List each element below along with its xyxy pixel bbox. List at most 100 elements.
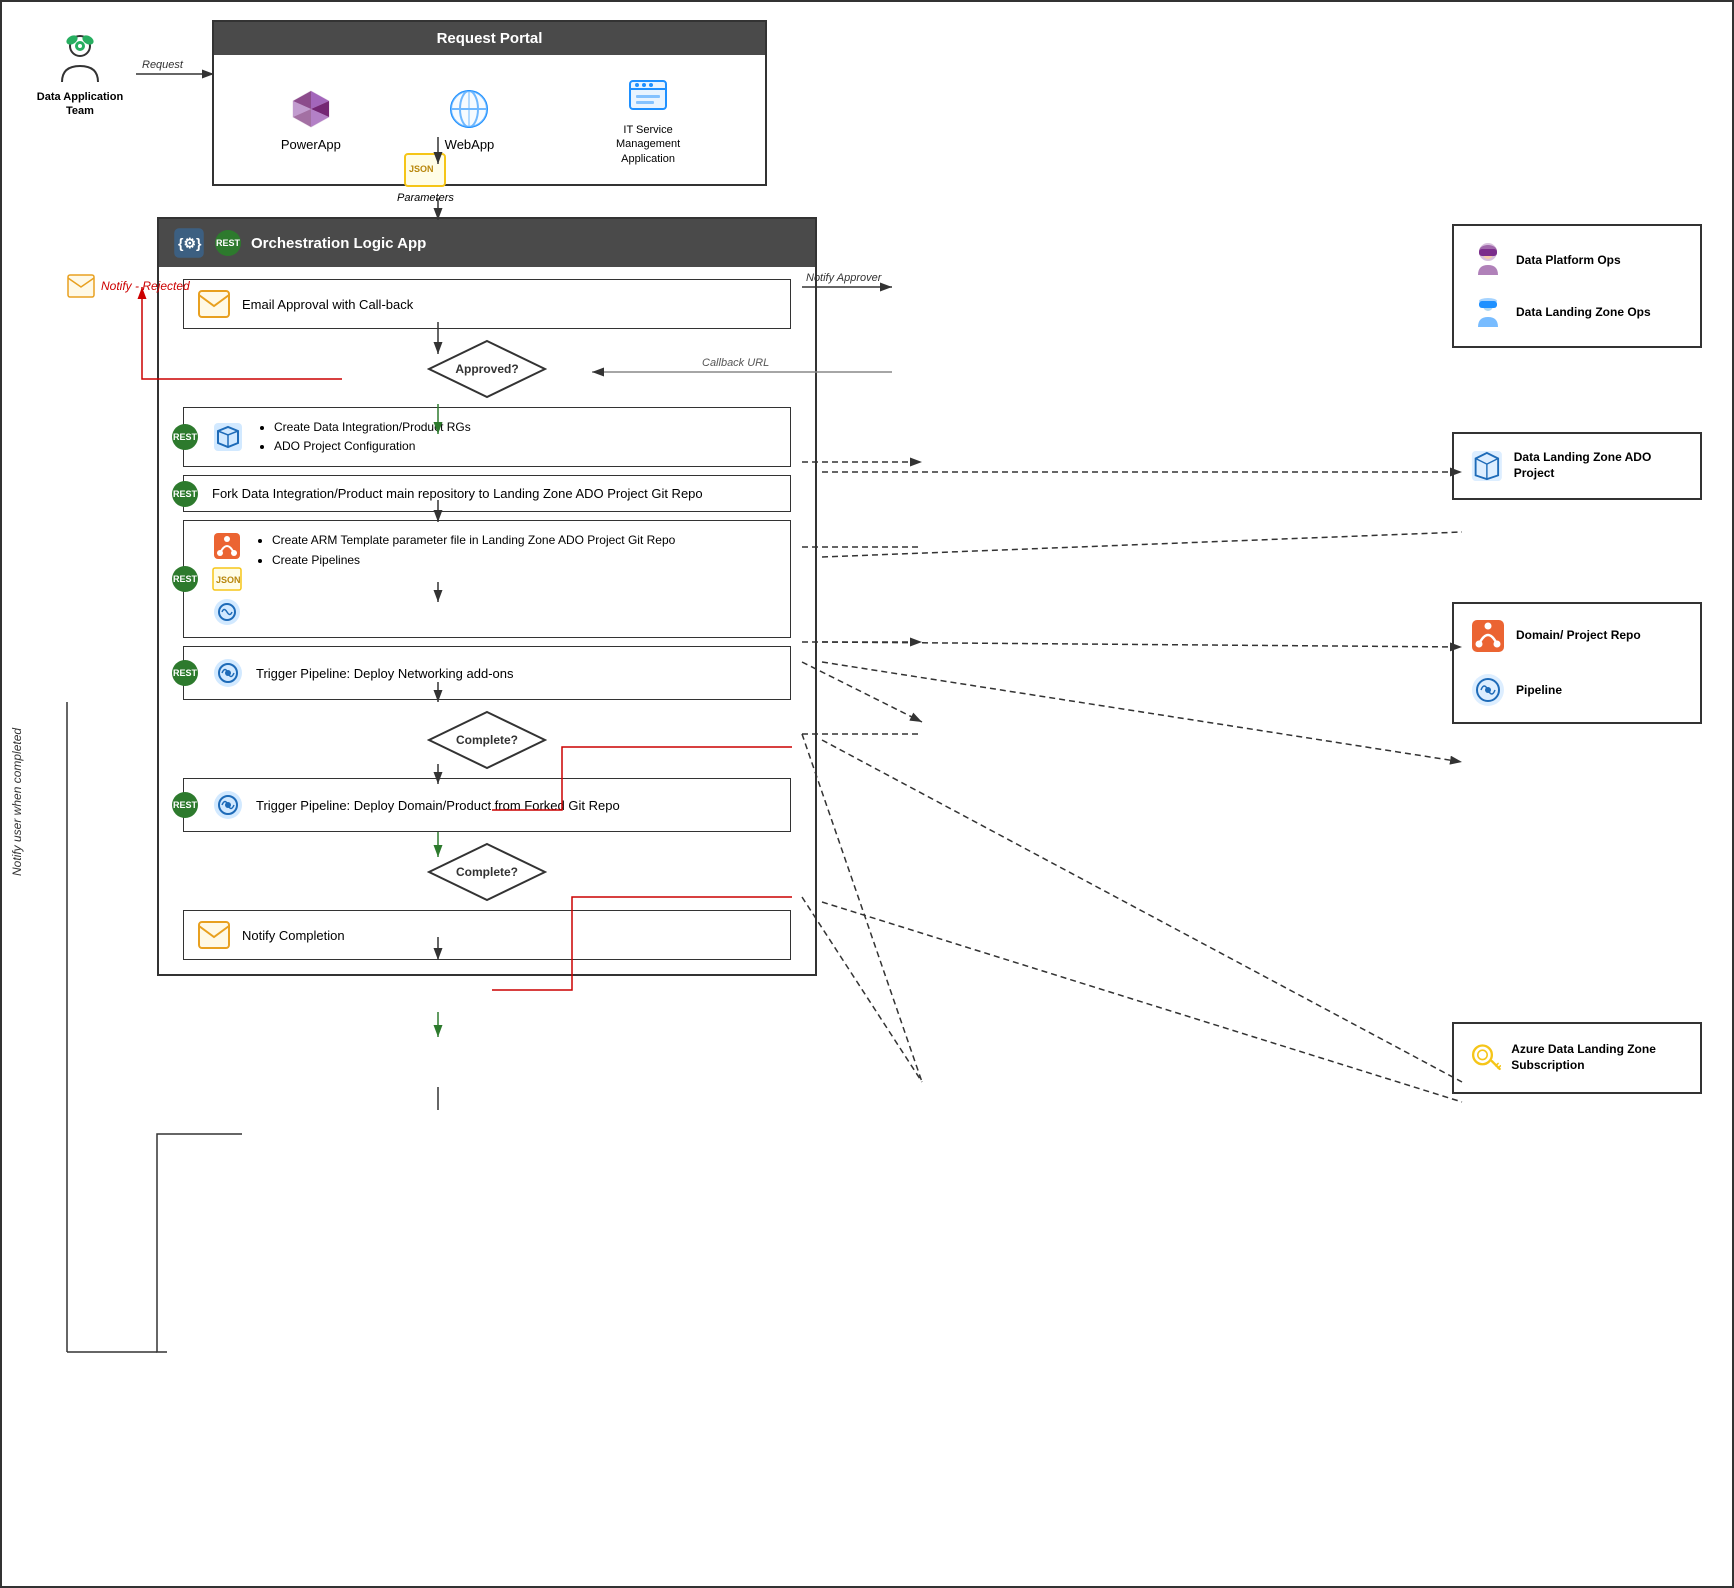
fork-repo-content: Fork Data Integration/Product main repos… — [212, 486, 776, 501]
request-portal-body: PowerApp WebApp — [214, 55, 765, 184]
request-portal-header: Request Portal — [214, 22, 765, 55]
powerapp-icon — [289, 87, 333, 131]
data-app-team-label: Data Application Team — [30, 90, 130, 119]
pipeline-right-icon — [1470, 672, 1506, 708]
ado-project-icon — [1470, 448, 1504, 484]
create-arm-bullets: Create ARM Template parameter file in La… — [254, 531, 675, 569]
orchestration-box: {⚙} REST Orchestration Logic App Email A… — [157, 217, 817, 976]
logic-app-icon: {⚙} — [173, 227, 205, 259]
create-arm-content: JSON Create ARM Template parameter file … — [212, 531, 776, 627]
notify-user-label: Notify user when completed — [10, 702, 24, 902]
complete-diamond-1: Complete? — [427, 710, 547, 770]
parameters-box: JSON Parameters — [397, 152, 454, 204]
diagram-container: Request Notify Approver Callback URL — [0, 0, 1734, 1588]
pipeline-icon-domain — [212, 789, 244, 821]
complete-diamond-1-container: Complete? — [159, 710, 815, 770]
subscription-label: Azure Data Landing Zone Subscription — [1511, 1042, 1684, 1073]
notify-completion-box: Notify Completion — [183, 910, 791, 960]
azure-devops-icon-1 — [212, 421, 244, 453]
fork-repo-label: Fork Data Integration/Product main repos… — [212, 486, 703, 501]
create-rgs-box: REST Create Data Integration/Product RGs… — [183, 407, 791, 467]
right-repo-pipeline-box: Domain/ Project Repo Pipeline — [1452, 602, 1702, 724]
data-platform-ops-text: Data Platform Ops — [1516, 253, 1621, 267]
approved-diamond-container: Approved? — [159, 339, 815, 399]
rest-badge-header: REST — [215, 230, 241, 256]
request-portal: Request Portal PowerApp — [212, 20, 767, 186]
data-platform-ops-icon — [1470, 240, 1506, 280]
json-params-icon: JSON — [403, 152, 447, 188]
svg-text:JSON: JSON — [409, 164, 434, 174]
data-landing-zone-ops-item: Data Landing Zone Ops — [1470, 292, 1684, 332]
svg-text:Complete?: Complete? — [456, 733, 518, 747]
notify-completion-label: Notify Completion — [242, 928, 345, 943]
svg-text:Approved?: Approved? — [455, 362, 518, 376]
trigger-domain-box: REST Trigger Pipeline: Deploy Domain/Pro… — [183, 778, 791, 832]
pipeline-item: Pipeline — [1470, 672, 1684, 708]
create-arm-icons: JSON — [212, 531, 242, 627]
ado-project-item: Data Landing Zone ADO Project — [1470, 448, 1684, 484]
itsm-icon — [626, 73, 670, 117]
data-platform-ops-item: Data Platform Ops — [1470, 240, 1684, 280]
notify-rejected-label: Notify - Rejected — [101, 279, 190, 293]
rest-badge-1: REST — [172, 424, 198, 450]
portal-powerapp: PowerApp — [281, 87, 341, 152]
complete-diamond-2-shape: Complete? — [427, 842, 547, 902]
notify-rejected-area: Notify - Rejected — [67, 274, 190, 298]
rest-badge-5: REST — [172, 792, 198, 818]
email-approval-label: Email Approval with Call-back — [242, 297, 413, 312]
email-icon-1 — [198, 290, 230, 318]
trigger-networking-content: Trigger Pipeline: Deploy Networking add-… — [212, 657, 776, 689]
trigger-networking-label: Trigger Pipeline: Deploy Networking add-… — [256, 666, 513, 681]
svg-text:{⚙}: {⚙} — [178, 235, 202, 251]
approved-diamond: Approved? — [427, 339, 547, 399]
subscription-item: Azure Data Landing Zone Subscription — [1470, 1038, 1684, 1078]
data-landing-zone-ops-text: Data Landing Zone Ops — [1516, 305, 1651, 319]
create-rgs-content: Create Data Integration/Product RGs ADO … — [212, 418, 776, 456]
create-rgs-bullets: Create Data Integration/Product RGs ADO … — [256, 418, 471, 456]
svg-text:Request: Request — [142, 59, 184, 71]
email-approval-box: Email Approval with Call-back — [183, 279, 791, 329]
domain-repo-label: Domain/ Project Repo — [1516, 628, 1641, 644]
right-ado-box: Data Landing Zone ADO Project — [1452, 432, 1702, 500]
rest-badge-3: REST — [172, 566, 198, 592]
repo-orange-icon — [212, 531, 242, 561]
request-portal-title: Request Portal — [437, 30, 543, 47]
parameters-label: Parameters — [397, 192, 454, 204]
itsm-label: IT Service Management Application — [598, 123, 698, 166]
pipeline-icon-arm — [212, 597, 242, 627]
complete-diamond-2: Complete? — [427, 842, 547, 902]
powerapp-label: PowerApp — [281, 137, 341, 152]
email-icon-completion — [198, 921, 230, 949]
repo-orange-right-icon — [1470, 618, 1506, 654]
pipeline-icon-networking — [212, 657, 244, 689]
bullet-arm-1: Create ARM Template parameter file in La… — [272, 531, 675, 550]
notify-rejected-email-icon — [67, 274, 95, 298]
key-yellow-icon — [1470, 1038, 1501, 1078]
orchestration-header: {⚙} REST Orchestration Logic App — [159, 219, 815, 267]
ado-project-label: Data Landing Zone ADO Project — [1514, 450, 1684, 481]
orchestration-title: Orchestration Logic App — [251, 235, 426, 252]
pipeline-label: Pipeline — [1516, 683, 1562, 697]
rest-badge-4: REST — [172, 660, 198, 686]
complete-diamond-2-container: Complete? — [159, 842, 815, 902]
right-top-box: Data Platform Ops Data Landing Zone Ops — [1452, 224, 1702, 348]
create-arm-box: REST JSON — [183, 520, 791, 638]
bullet-create-rgs-2: ADO Project Configuration — [274, 437, 471, 456]
fork-repo-box: REST Fork Data Integration/Product main … — [183, 475, 791, 512]
domain-repo-item: Domain/ Project Repo — [1470, 618, 1684, 654]
approved-diamond-shape: Approved? — [427, 339, 547, 399]
data-platform-ops-label: Data Platform Ops — [1516, 253, 1621, 267]
webapp-label: WebApp — [445, 137, 495, 152]
svg-text:JSON: JSON — [216, 575, 241, 585]
data-landing-zone-ops-icon — [1470, 292, 1506, 332]
svg-text:Complete?: Complete? — [456, 865, 518, 879]
trigger-domain-content: Trigger Pipeline: Deploy Domain/Product … — [212, 789, 776, 821]
trigger-networking-box: REST Trigger Pipeline: Deploy Networking… — [183, 646, 791, 700]
complete-diamond-1-shape: Complete? — [427, 710, 547, 770]
portal-itsm: IT Service Management Application — [598, 73, 698, 166]
data-landing-zone-ops-label: Data Landing Zone Ops — [1516, 305, 1651, 319]
data-app-team-icon — [50, 30, 110, 90]
rest-badge-2: REST — [172, 481, 198, 507]
bullet-create-rgs-1: Create Data Integration/Product RGs — [274, 418, 471, 437]
trigger-domain-label: Trigger Pipeline: Deploy Domain/Product … — [256, 798, 620, 813]
